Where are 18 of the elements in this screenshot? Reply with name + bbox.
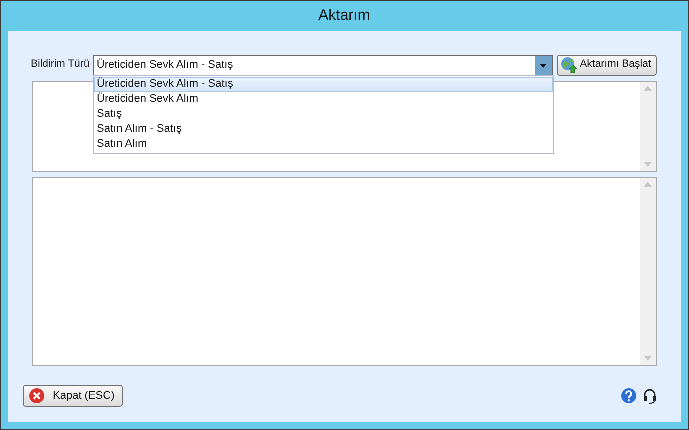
scroll-down-icon[interactable] xyxy=(644,356,652,361)
dropdown-option[interactable]: Satış xyxy=(94,107,553,122)
close-icon xyxy=(29,388,45,404)
start-transfer-button[interactable]: Aktarımı Başlat xyxy=(557,54,657,76)
globe-upload-icon xyxy=(561,57,578,73)
dropdown-option[interactable]: Üreticiden Sevk Alım xyxy=(94,92,553,107)
scroll-up-icon[interactable] xyxy=(644,86,652,91)
scroll-down-icon[interactable] xyxy=(644,162,652,167)
window-title: Aktarım xyxy=(318,6,370,26)
scroll-up-icon[interactable] xyxy=(644,182,652,187)
dropdown-option[interactable]: Üreticiden Sevk Alım - Satış xyxy=(94,77,553,92)
type-dropdown[interactable]: Üreticiden Sevk Alım - Satış xyxy=(92,54,554,76)
help-icon[interactable] xyxy=(621,388,637,404)
field-label: Bildirim Türü xyxy=(31,57,91,72)
headset-icon[interactable] xyxy=(643,388,657,404)
dropdown-option[interactable]: Satın Alım - Satış xyxy=(94,122,553,137)
dropdown-option[interactable]: Satın Alım xyxy=(94,137,553,152)
close-button[interactable]: Kapat (ESC) xyxy=(23,385,123,407)
